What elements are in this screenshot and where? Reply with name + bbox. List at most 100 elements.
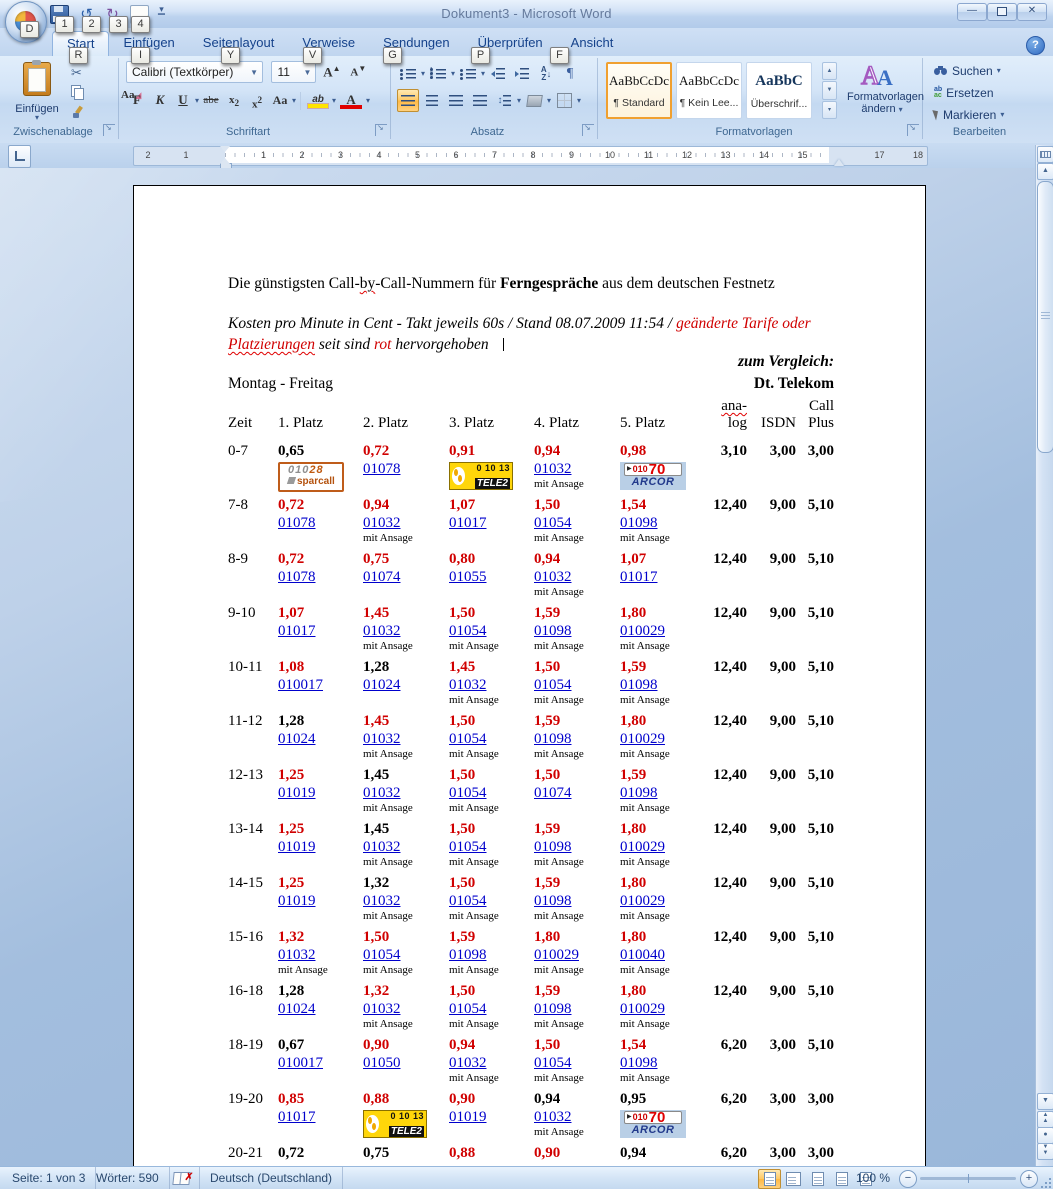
multilevel-dropdown[interactable]: ▾	[481, 71, 485, 77]
paste-button[interactable]: Einfügen ▾	[10, 61, 64, 127]
bullets-button[interactable]	[397, 62, 419, 85]
select-button[interactable]: Markieren▾	[934, 105, 1004, 124]
cbc-number-link[interactable]: 01017	[278, 622, 316, 640]
bullets-dropdown[interactable]: ▾	[421, 71, 425, 77]
highlight-button[interactable]: ab	[305, 89, 331, 112]
cbc-number-link[interactable]: 01054	[449, 622, 487, 640]
align-left-button[interactable]	[397, 89, 419, 112]
cbc-number-link[interactable]: 01098	[534, 622, 572, 640]
cbc-number-link[interactable]: 01054	[449, 1000, 487, 1018]
ruler-toggle-button[interactable]	[1037, 146, 1053, 163]
cut-button[interactable]: ✂	[68, 63, 112, 85]
cbc-number-link[interactable]: 01017	[449, 514, 487, 532]
styles-dialog-launcher[interactable]	[907, 124, 919, 136]
shading-dropdown[interactable]: ▾	[547, 98, 551, 104]
styles-scroll-down[interactable]: ▼	[822, 81, 837, 99]
cbc-number-link[interactable]: 01032	[534, 568, 572, 586]
increase-indent-button[interactable]	[511, 62, 533, 85]
font-dialog-launcher[interactable]	[375, 124, 387, 136]
decrease-indent-button[interactable]	[487, 62, 509, 85]
styles-gallery-expand[interactable]: ▾	[822, 101, 837, 119]
style-card-kein-leerraum[interactable]: AaBbCcDc ¶ Kein Lee...	[676, 62, 742, 119]
help-icon[interactable]: ?	[1026, 36, 1045, 55]
cbc-number-link[interactable]: 01024	[278, 730, 316, 748]
previous-page-button[interactable]: ▲▲	[1037, 1111, 1053, 1128]
cbc-number-link[interactable]: 01098	[534, 1000, 572, 1018]
zoom-in-button[interactable]: +	[1020, 1170, 1038, 1188]
strikethrough-button[interactable]: abe	[200, 89, 222, 112]
cbc-number-link[interactable]: 01032	[534, 1108, 572, 1126]
borders-button[interactable]	[553, 89, 575, 112]
italic-button[interactable]: K	[149, 89, 171, 112]
cbc-number-link[interactable]: 01098	[620, 1054, 658, 1072]
style-card-ueberschrift[interactable]: AaBbC Überschrif...	[746, 62, 812, 119]
web-layout-view-button[interactable]	[806, 1169, 829, 1189]
resize-grip[interactable]	[1038, 1175, 1051, 1188]
select-browse-object-button[interactable]: ●	[1037, 1127, 1053, 1144]
cbc-number-link[interactable]: 01098	[534, 892, 572, 910]
cbc-number-link[interactable]: 01074	[363, 568, 401, 586]
subscript-button[interactable]: x2	[223, 89, 245, 112]
underline-dropdown[interactable]: ▾	[195, 98, 199, 104]
shading-button[interactable]	[523, 89, 545, 112]
cbc-number-link[interactable]: 01074	[534, 784, 572, 802]
word-count-status[interactable]: Wörter: 590	[86, 1167, 170, 1189]
clipboard-dialog-launcher[interactable]	[103, 124, 115, 136]
cbc-number-link[interactable]: 01019	[449, 1108, 487, 1126]
cbc-number-link[interactable]: 01098	[620, 676, 658, 694]
cbc-number-link[interactable]: 01019	[278, 838, 316, 856]
cbc-number-link[interactable]: 01032	[278, 946, 316, 964]
bold-button[interactable]: F	[126, 89, 148, 112]
minimize-button[interactable]: —	[957, 3, 987, 21]
spellcheck-status[interactable]	[163, 1167, 200, 1189]
tab-stop-selector[interactable]	[8, 145, 31, 168]
paragraph-dialog-launcher[interactable]	[582, 124, 594, 136]
cbc-number-link[interactable]: 01017	[620, 568, 658, 586]
cbc-number-link[interactable]: 01032	[363, 514, 401, 532]
cbc-number-link[interactable]: 01019	[278, 892, 316, 910]
change-styles-button[interactable]: AA Formatvorlagenändern ▾	[846, 62, 918, 130]
borders-dropdown[interactable]: ▾	[577, 98, 581, 104]
left-indent-marker[interactable]	[220, 146, 230, 164]
cbc-number-link[interactable]: 01017	[278, 1108, 316, 1126]
restore-button[interactable]	[987, 3, 1017, 21]
superscript-button[interactable]: x2	[246, 89, 268, 112]
align-center-button[interactable]	[421, 89, 443, 112]
cbc-number-link[interactable]: 010029	[620, 622, 665, 640]
cbc-number-link[interactable]: 01032	[363, 730, 401, 748]
outline-view-button[interactable]	[830, 1169, 853, 1189]
cbc-number-link[interactable]: 01054	[449, 838, 487, 856]
grow-font-button[interactable]: A▲	[321, 58, 343, 81]
cbc-number-link[interactable]: 01054	[534, 676, 572, 694]
cbc-number-link[interactable]: 01032	[449, 676, 487, 694]
zoom-slider-track[interactable]	[920, 1177, 1016, 1180]
cbc-number-link[interactable]: 01098	[620, 514, 658, 532]
cbc-number-link[interactable]: 01055	[449, 568, 487, 586]
cbc-number-link[interactable]: 01054	[534, 514, 572, 532]
language-status[interactable]: Deutsch (Deutschland)	[200, 1167, 343, 1189]
cbc-number-link[interactable]: 010029	[620, 1000, 665, 1018]
cbc-number-link[interactable]: 01078	[278, 514, 316, 532]
cbc-number-link[interactable]: 010017	[278, 1054, 323, 1072]
cbc-number-link[interactable]: 010029	[620, 838, 665, 856]
cbc-number-link[interactable]: 01032	[363, 838, 401, 856]
print-layout-view-button[interactable]	[758, 1169, 781, 1189]
line-spacing-dropdown[interactable]: ▾	[517, 98, 521, 104]
scroll-down-arrow[interactable]: ▼	[1037, 1093, 1053, 1110]
find-button[interactable]: Suchen▾	[934, 61, 1001, 80]
cbc-number-link[interactable]: 01098	[534, 730, 572, 748]
scroll-up-arrow[interactable]: ▲	[1037, 163, 1053, 180]
page-count-status[interactable]: Seite: 1 von 3	[2, 1167, 96, 1189]
cbc-number-link[interactable]: 01054	[449, 730, 487, 748]
cbc-number-link[interactable]: 01054	[449, 784, 487, 802]
right-indent-marker[interactable]	[834, 159, 844, 166]
font-name-combo[interactable]: Calibri (Textkörper)▼	[126, 61, 263, 83]
sort-button[interactable]: AZ↓	[535, 62, 557, 85]
document-page[interactable]: Die günstigsten Call-by-Call-Nummern für…	[133, 185, 926, 1166]
replace-button[interactable]: abacErsetzen	[934, 83, 994, 102]
styles-scroll-up[interactable]: ▲	[822, 62, 837, 80]
cbc-number-link[interactable]: 01098	[534, 838, 572, 856]
cbc-number-link[interactable]: 01098	[449, 946, 487, 964]
cbc-number-link[interactable]: 01024	[363, 676, 401, 694]
cbc-number-link[interactable]: 01078	[278, 568, 316, 586]
